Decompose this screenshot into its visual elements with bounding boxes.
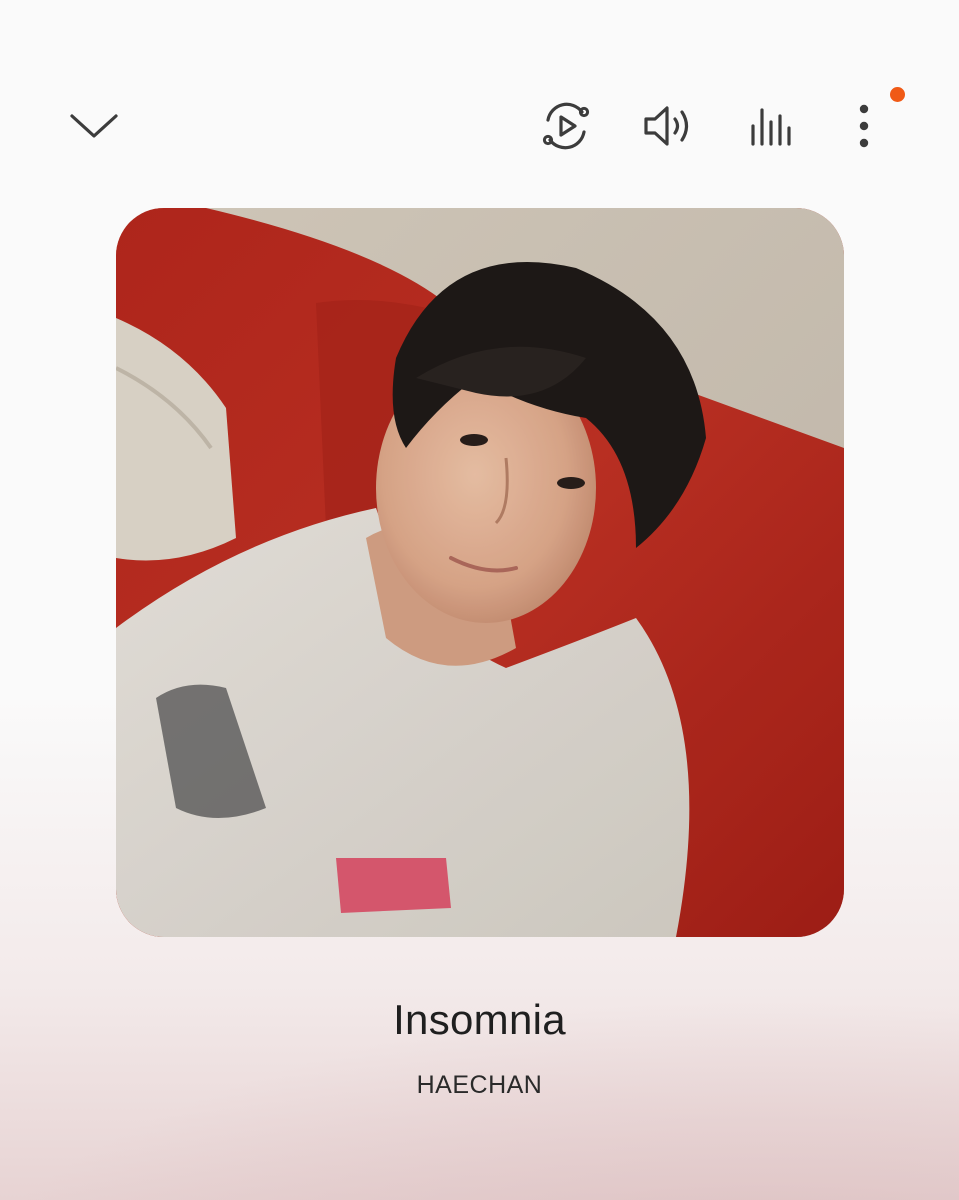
playback-sync-button[interactable] — [536, 98, 596, 154]
equalizer-icon — [751, 108, 791, 146]
more-vertical-icon — [859, 104, 869, 148]
volume-icon — [644, 106, 689, 146]
more-options-button[interactable] — [844, 96, 884, 156]
collapse-button[interactable] — [62, 100, 126, 150]
player-top-bar — [0, 0, 959, 200]
track-title: Insomnia — [393, 996, 566, 1043]
album-art — [116, 208, 844, 937]
volume-button[interactable] — [638, 98, 700, 154]
equalizer-button[interactable] — [744, 98, 800, 154]
playback-sync-icon — [542, 102, 590, 150]
album-art-photo — [116, 208, 844, 937]
notification-dot — [890, 87, 905, 102]
track-artist[interactable]: HAECHAN — [0, 1071, 959, 1100]
chevron-down-icon — [70, 114, 118, 138]
